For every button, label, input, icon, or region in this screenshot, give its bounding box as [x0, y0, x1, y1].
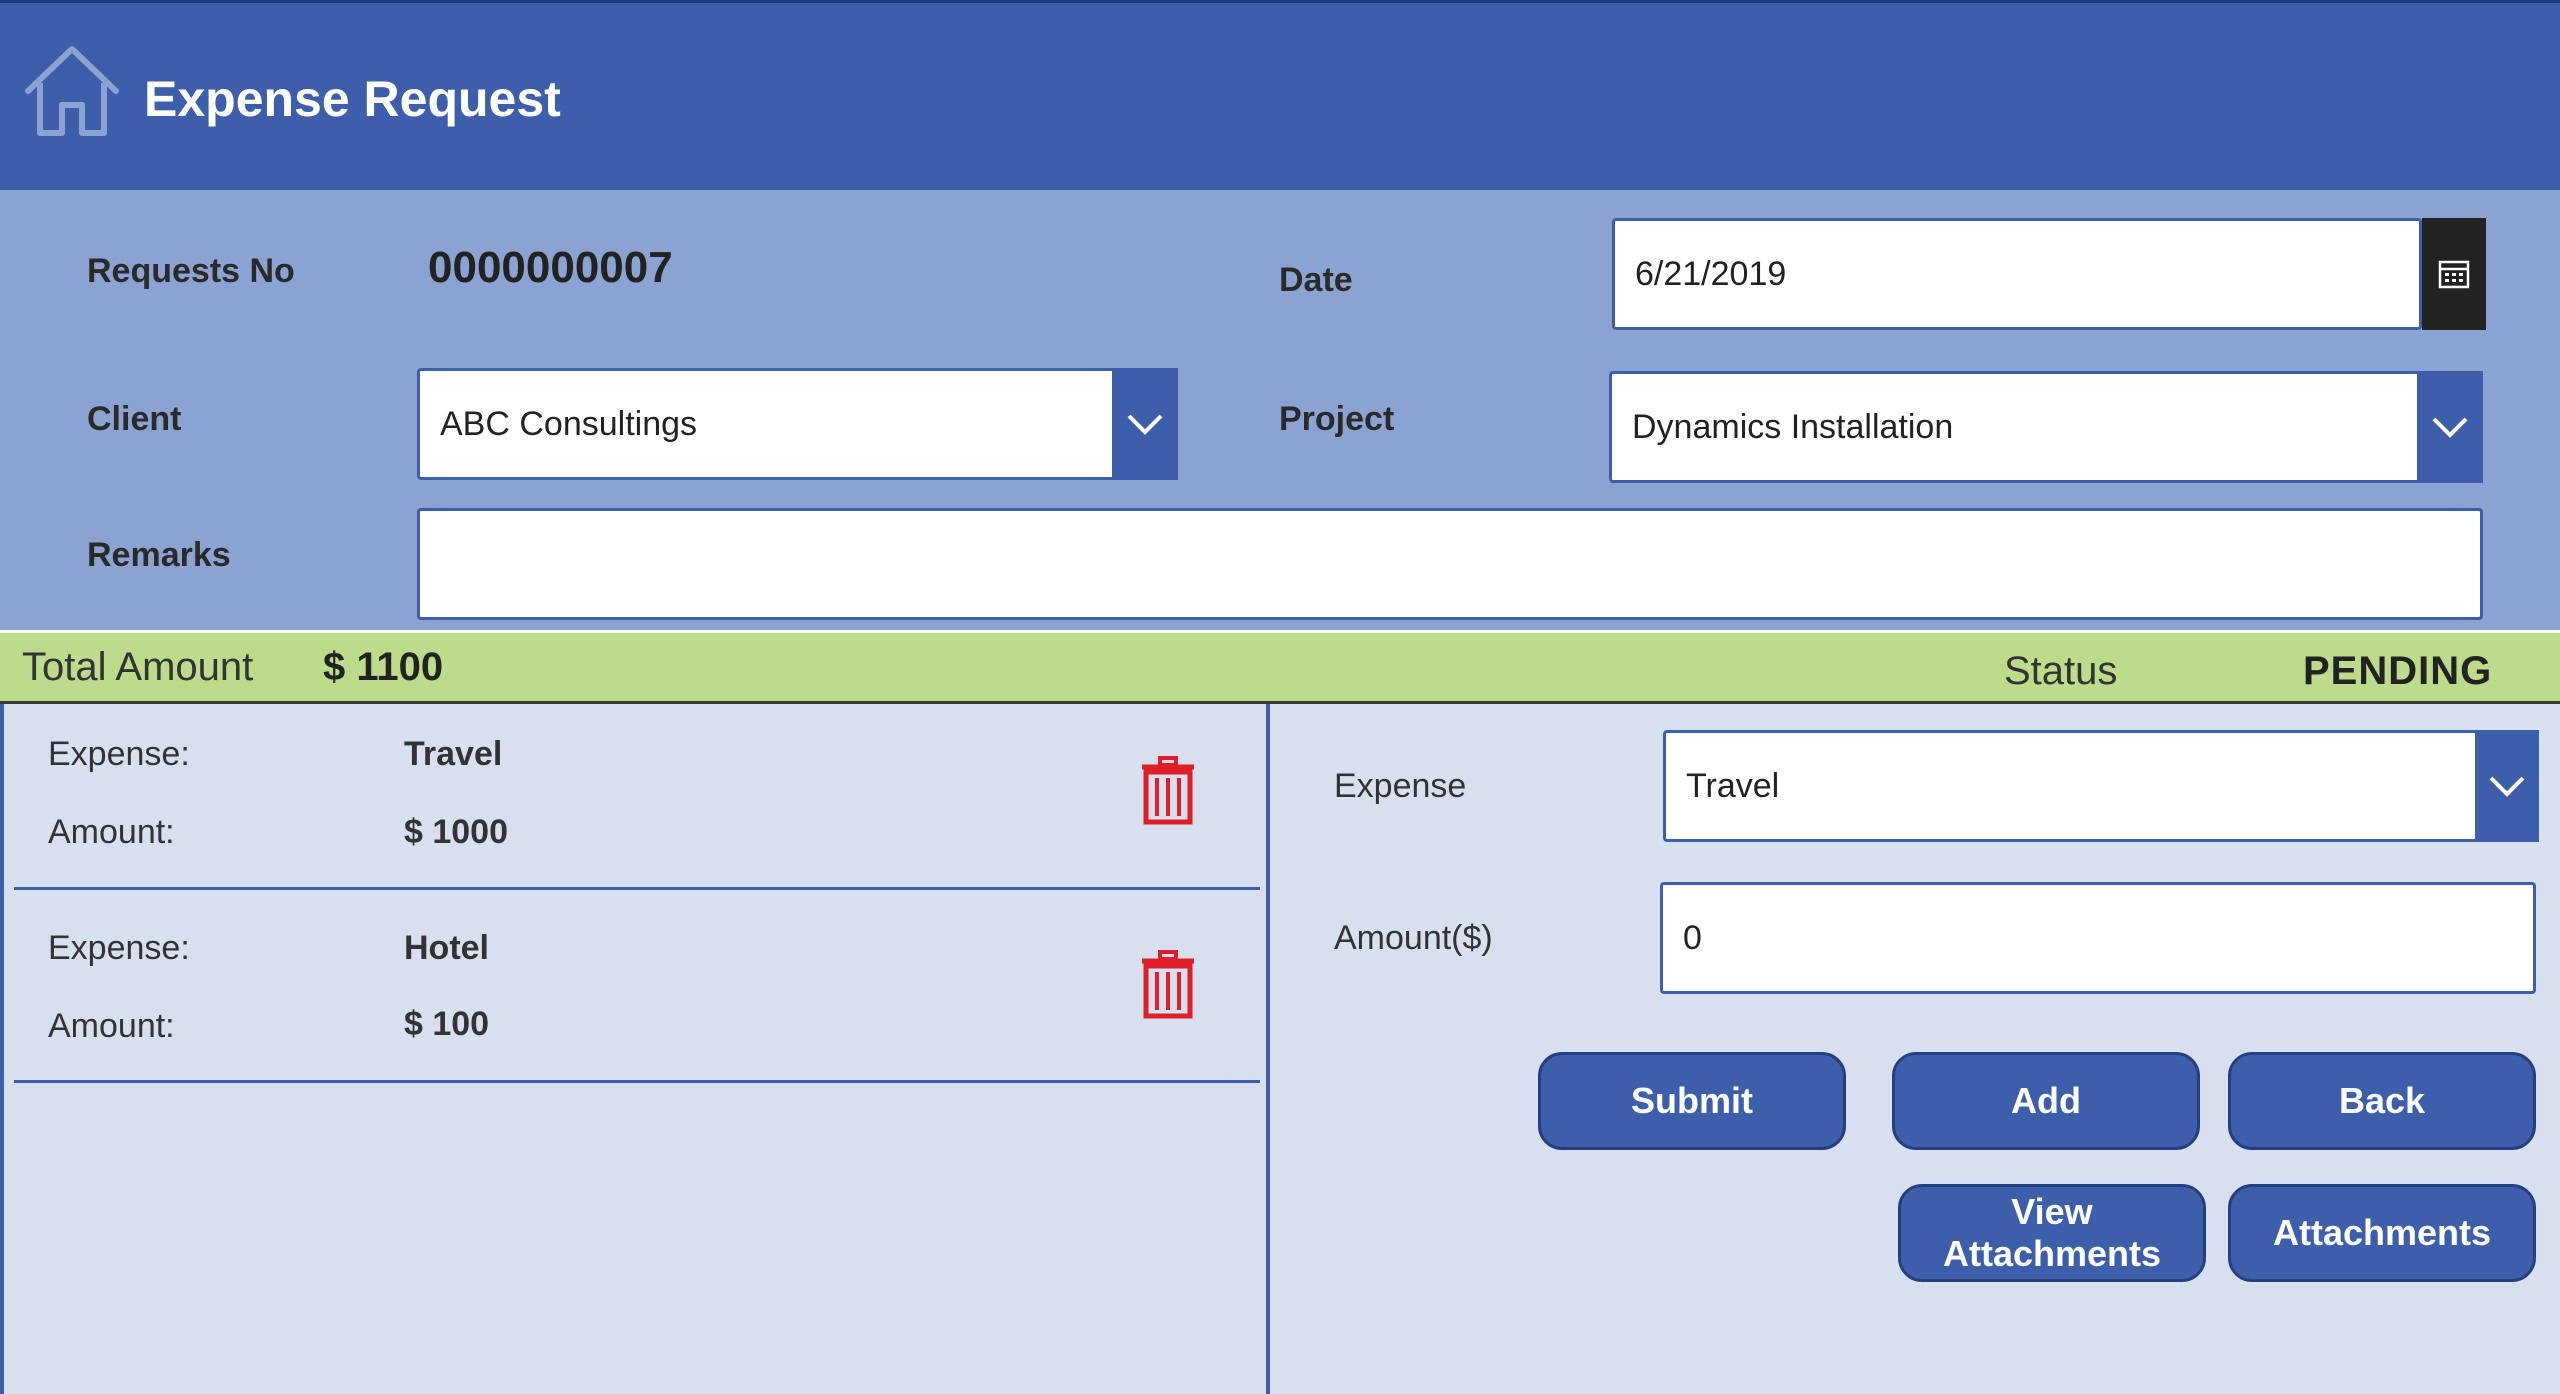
date-input[interactable]: 6/21/2019 [1612, 218, 2422, 330]
chevron-down-icon [2489, 776, 2525, 797]
project-select[interactable]: Dynamics Installation [1609, 371, 2421, 483]
trash-icon [1142, 950, 1194, 1019]
client-select[interactable]: ABC Consultings [417, 368, 1117, 480]
date-label: Date [1279, 261, 1353, 299]
date-value: 6/21/2019 [1635, 254, 1787, 293]
detail-amount-label: Amount($) [1334, 919, 1493, 957]
home-button[interactable] [22, 43, 122, 139]
expense-value: Hotel [404, 929, 489, 967]
amount-input[interactable]: 0 [1660, 882, 2536, 994]
expense-type-value: Travel [1686, 766, 1780, 805]
view-attachments-button[interactable]: View Attachments [1898, 1184, 2206, 1282]
expense-type-dropdown[interactable]: Travel [1663, 730, 2539, 842]
list-item[interactable]: Expense: Hotel Amount: $ 100 [10, 894, 1264, 1083]
client-dropdown-toggle[interactable] [1112, 368, 1178, 480]
total-amount-label: Total Amount [22, 645, 254, 689]
calendar-icon [2438, 260, 2470, 289]
amount-label: Amount: [48, 1007, 175, 1045]
project-label: Project [1279, 400, 1395, 438]
delete-button[interactable] [1140, 756, 1196, 831]
detail-expense-label: Expense [1334, 767, 1467, 805]
remarks-label: Remarks [87, 536, 231, 574]
project-dropdown[interactable]: Dynamics Installation [1609, 371, 2483, 483]
expense-value: Travel [404, 735, 503, 773]
list-divider [14, 887, 1260, 890]
add-button[interactable]: Add [1892, 1052, 2200, 1150]
expense-list-panel: Expense: Travel Amount: $ 1000 Expense: … [0, 704, 1270, 1394]
expense-label: Expense: [48, 929, 190, 967]
total-bar: Total Amount $ 1100 Status PENDING [0, 630, 2560, 704]
trash-icon [1142, 756, 1194, 825]
view-attachments-line2: Attachments [1942, 1233, 2162, 1274]
attachments-button[interactable]: Attachments [2228, 1184, 2536, 1282]
project-dropdown-toggle[interactable] [2417, 371, 2483, 483]
client-value: ABC Consultings [440, 404, 698, 443]
list-divider [14, 1080, 1260, 1083]
expense-detail-panel: Expense Travel Amount($) 0 Submit Add Ba… [1270, 704, 2560, 1394]
status-label: Status [2004, 649, 2118, 693]
request-no-value: 0000000007 [428, 243, 673, 292]
back-button[interactable]: Back [2228, 1052, 2536, 1150]
submit-button[interactable]: Submit [1538, 1052, 1846, 1150]
expense-type-dropdown-toggle[interactable] [2475, 730, 2539, 842]
remarks-input[interactable] [417, 508, 2483, 620]
chevron-down-icon [2432, 417, 2468, 438]
chevron-down-icon [1127, 414, 1163, 435]
status-badge: PENDING [2303, 649, 2493, 693]
app-header: Expense Request [0, 0, 2560, 190]
calendar-button[interactable] [2422, 218, 2486, 330]
project-value: Dynamics Installation [1632, 407, 1954, 446]
expense-type-select[interactable]: Travel [1663, 730, 2479, 842]
home-icon [25, 46, 119, 136]
request-no-label: Requests No [87, 252, 295, 290]
client-label: Client [87, 400, 182, 438]
amount-value: $ 100 [404, 1005, 490, 1043]
client-dropdown[interactable]: ABC Consultings [417, 368, 1178, 480]
expense-label: Expense: [48, 735, 190, 773]
amount-label: Amount: [48, 813, 175, 851]
list-item[interactable]: Expense: Travel Amount: $ 1000 [10, 704, 1264, 890]
amount-input-value: 0 [1683, 918, 1702, 957]
page-title: Expense Request [144, 71, 561, 127]
total-amount-value: $ 1100 [323, 645, 444, 689]
amount-value: $ 1000 [404, 813, 508, 851]
delete-button[interactable] [1140, 950, 1196, 1025]
request-form-panel: Requests No 0000000007 Date 6/21/2019 Cl… [0, 190, 2560, 630]
date-picker[interactable]: 6/21/2019 [1612, 218, 2486, 330]
view-attachments-line1: View [2011, 1191, 2093, 1232]
